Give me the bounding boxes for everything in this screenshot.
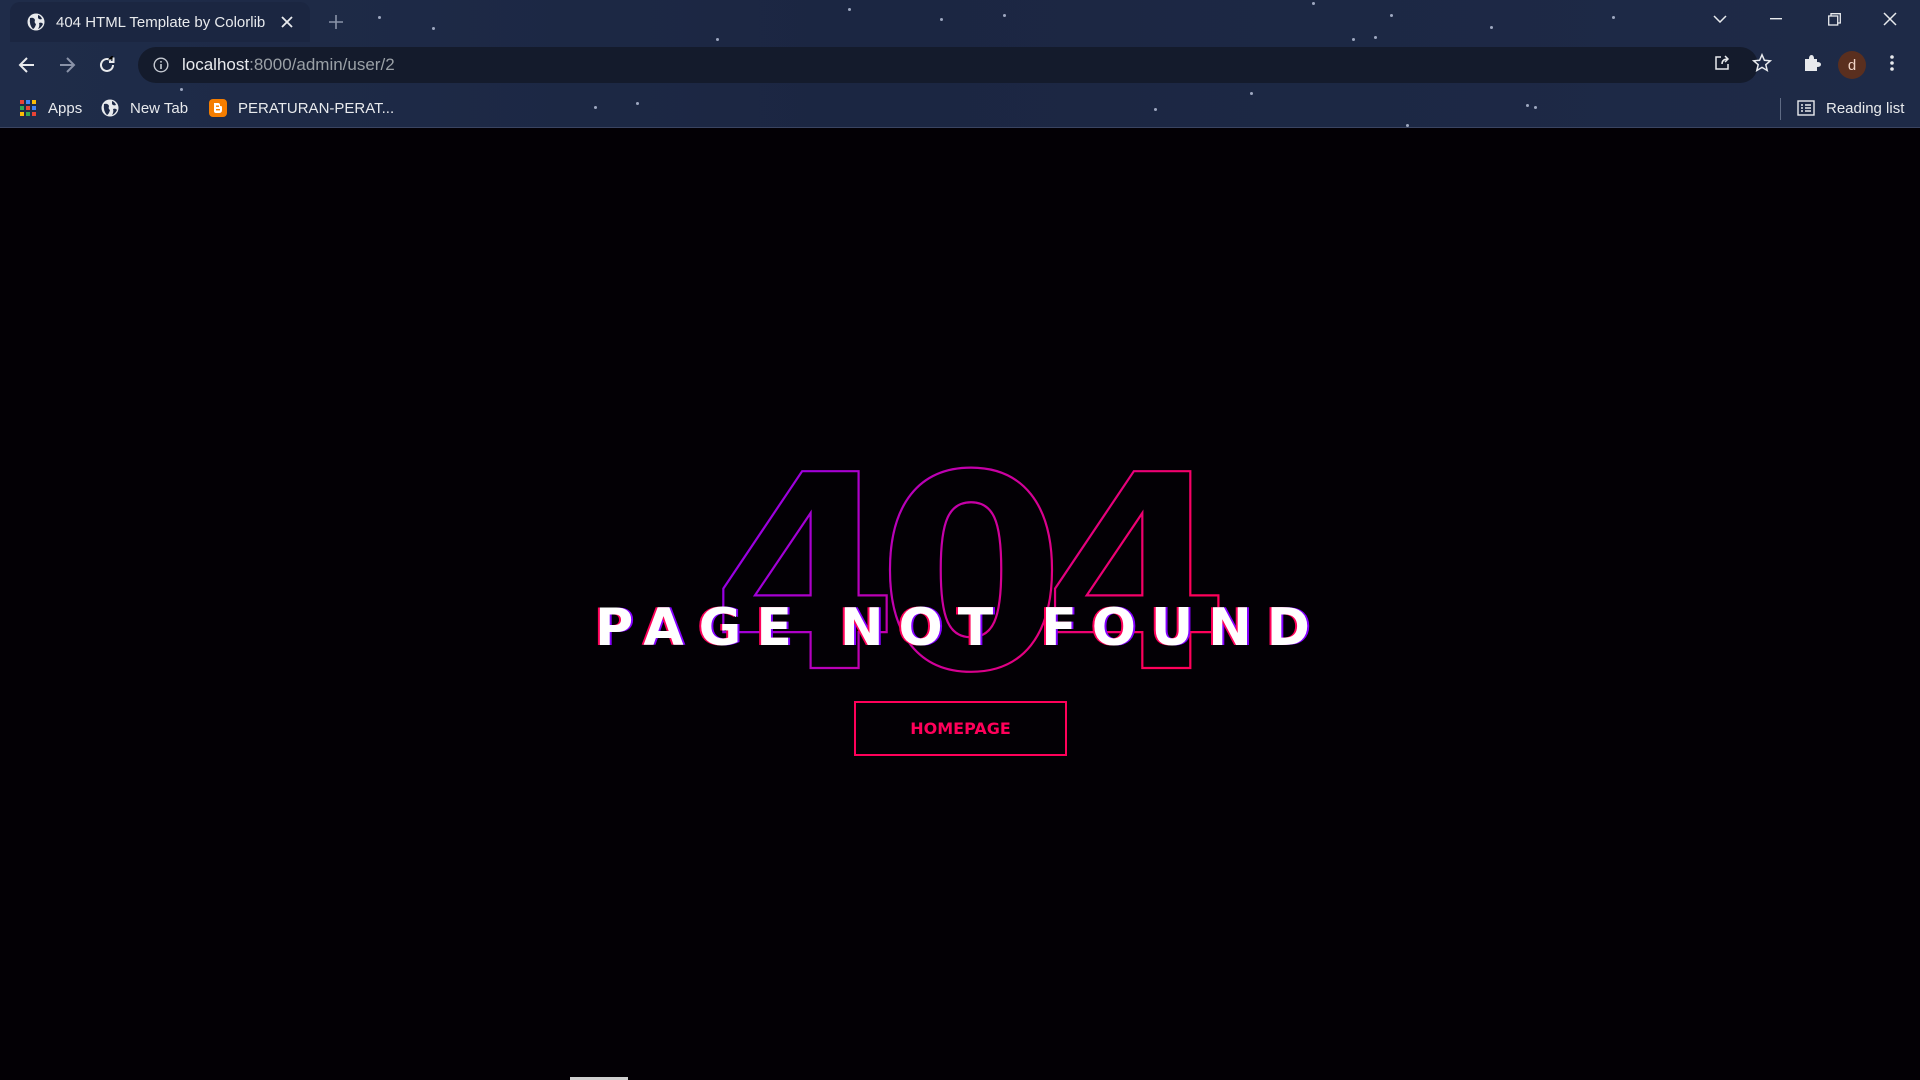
restore-icon[interactable]: [1806, 0, 1862, 38]
share-icon[interactable]: [1708, 49, 1736, 77]
tab-search-chevron-icon[interactable]: [1692, 0, 1748, 38]
url-path: :8000/admin/user/2: [249, 55, 395, 74]
bookmark-label: Apps: [48, 99, 83, 117]
bookmark-apps[interactable]: Apps: [18, 96, 82, 120]
extensions-puzzle-icon[interactable]: [1798, 49, 1826, 77]
globe-icon: [100, 98, 120, 118]
homepage-button[interactable]: HOMEPAGE: [854, 701, 1067, 756]
reload-icon[interactable]: [90, 48, 124, 82]
minimize-icon[interactable]: [1748, 0, 1804, 38]
reading-list-button[interactable]: Reading list: [1796, 96, 1904, 120]
bookmark-peraturan[interactable]: PERATURAN-PERAT...: [208, 96, 394, 120]
site-info-icon[interactable]: [150, 54, 172, 76]
bookmark-label: PERATURAN-PERAT...: [238, 99, 395, 117]
tab-active[interactable]: 404 HTML Template by Colorlib: [10, 2, 310, 42]
reading-list-icon: [1796, 98, 1816, 118]
back-arrow-icon[interactable]: [10, 48, 44, 82]
apps-grid-icon: [18, 98, 38, 118]
not-found-block: 404 PAGE NOT FOUND HOMEPAGE: [560, 448, 1360, 798]
more-menu-icon[interactable]: [1878, 49, 1906, 77]
tab-title: 404 HTML Template by Colorlib: [56, 13, 266, 31]
bookmark-star-icon[interactable]: [1748, 49, 1776, 77]
page-not-found-heading: PAGE NOT FOUND: [595, 598, 1325, 658]
page-content: 404 PAGE NOT FOUND HOMEPAGE: [0, 128, 1920, 1080]
bookmark-new-tab[interactable]: New Tab: [100, 96, 188, 120]
browser-chrome: 404 HTML Template by Colorlib localhost …: [0, 0, 1920, 128]
profile-avatar[interactable]: d: [1838, 51, 1866, 79]
bookmark-label: New Tab: [130, 99, 189, 117]
globe-icon: [26, 12, 46, 32]
reading-list-label: Reading list: [1826, 99, 1905, 117]
url-host: localhost: [182, 55, 250, 74]
close-window-icon[interactable]: [1862, 0, 1918, 38]
new-tab-plus-icon[interactable]: [322, 8, 350, 36]
bookmarks-bar: Apps New Tab PERATURAN-PERAT... Reading …: [0, 88, 1920, 128]
error-code-text: 404: [711, 448, 1220, 698]
bookmarks-separator: [1780, 98, 1781, 120]
tab-close-icon[interactable]: [276, 11, 298, 33]
tab-strip: 404 HTML Template by Colorlib: [0, 0, 1920, 42]
forward-arrow-icon[interactable]: [50, 48, 84, 82]
address-bar[interactable]: localhost:8000/admin/user/2: [138, 47, 1758, 83]
blogger-icon: [208, 98, 228, 118]
browser-toolbar: localhost:8000/admin/user/2 d: [0, 42, 1920, 88]
error-code-outline: 404: [710, 448, 1243, 698]
